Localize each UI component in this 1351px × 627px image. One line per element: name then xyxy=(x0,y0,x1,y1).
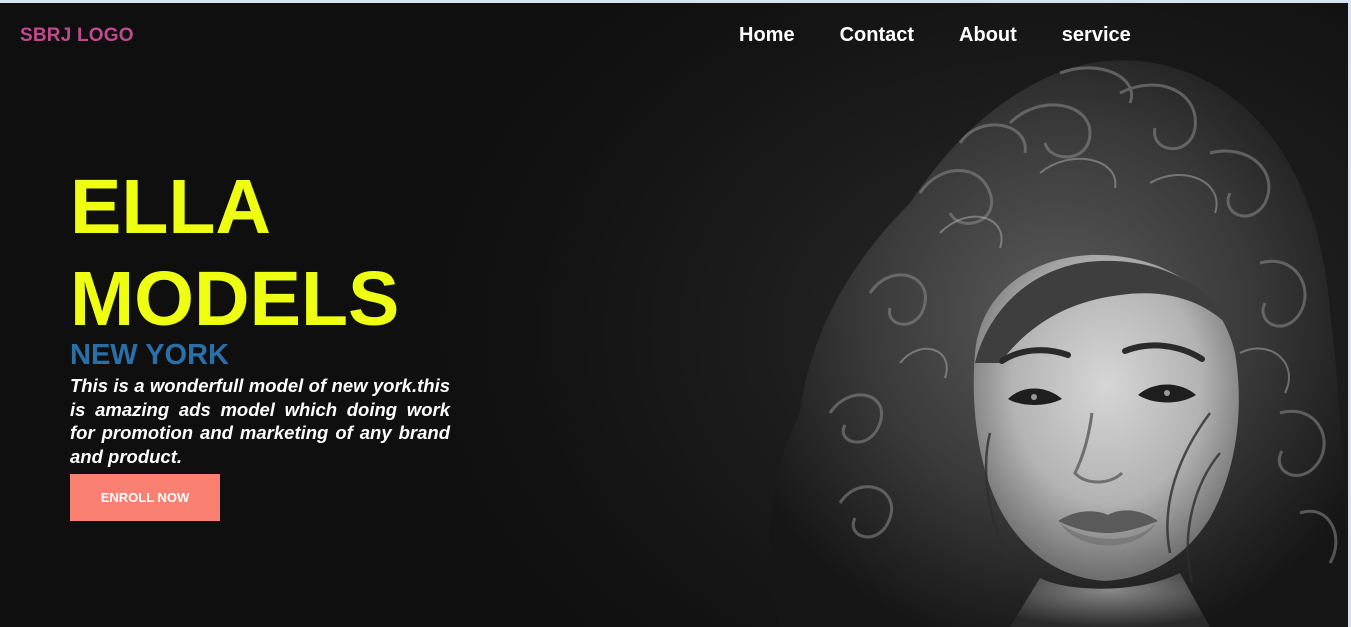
hero-title-line1: ELLA xyxy=(70,164,272,250)
hero-title-line2: MODELS xyxy=(70,256,400,342)
hero-page: SBRJ LOGO Home Contact About service ELL… xyxy=(0,3,1351,627)
hero-city: NEW YORK xyxy=(70,339,229,371)
hero-title: ELLA MODELS xyxy=(70,161,399,345)
model-portrait-image xyxy=(769,60,1348,627)
enroll-now-button[interactable]: ENROLL NOW xyxy=(70,474,220,521)
hero-description: This is a wonderfull model of new york.t… xyxy=(70,375,450,467)
site-logo[interactable]: SBRJ LOGO xyxy=(20,25,134,47)
